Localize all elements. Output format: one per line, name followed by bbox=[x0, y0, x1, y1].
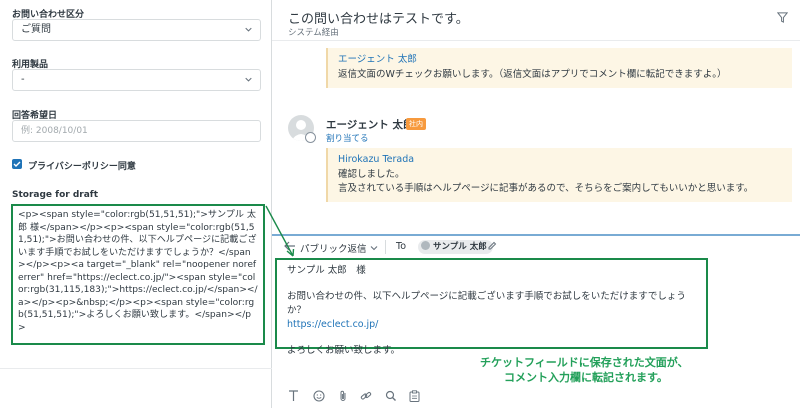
note-body: 返信文面のWチェックお願いします。（返信文面はアプリでコメント欄に転記できますよ… bbox=[338, 68, 727, 80]
reply-type-button[interactable]: パブリック返信 bbox=[300, 241, 367, 255]
to-label: To bbox=[396, 241, 407, 252]
link-icon[interactable] bbox=[360, 387, 372, 406]
emoji-icon[interactable] bbox=[313, 387, 325, 406]
privacy-label: プライバシーポリシー同意 bbox=[28, 162, 136, 172]
product-select[interactable]: - bbox=[12, 69, 261, 91]
caption-line: チケットフィールドに保存された文面が、 bbox=[480, 356, 689, 369]
annotation-caption: チケットフィールドに保存された文面が、 コメント入力欄に転記されます。 bbox=[480, 355, 689, 385]
internal-badge: 社内 bbox=[406, 118, 426, 130]
caption-line: コメント入力欄に転記されます。 bbox=[504, 371, 668, 384]
search-icon[interactable] bbox=[385, 387, 397, 406]
chevron-down-icon bbox=[245, 27, 252, 32]
comment-editor[interactable]: サンプル 太郎 様 お問い合わせの件、以下ヘルプページに記載ございます手順でお試… bbox=[275, 258, 708, 356]
reply-author[interactable]: Hirokazu Terada bbox=[338, 153, 782, 168]
reply-arrow-icon bbox=[284, 241, 295, 251]
ticket-subtitle: システム経由 bbox=[288, 28, 339, 38]
ticket-fields-panel: お問い合わせ区分 ご質問 利用製品 - 回答希望日 例: 2008/10/01 … bbox=[0, 0, 272, 408]
assign-link[interactable]: 割り当てる bbox=[326, 132, 369, 144]
divider bbox=[0, 368, 272, 369]
agent-name: エージェント 太郎 bbox=[326, 119, 414, 131]
storage-textarea[interactable]: <p><span style="color:rgb(51,51,51);">サン… bbox=[11, 204, 265, 345]
privacy-checkbox[interactable] bbox=[12, 159, 22, 169]
checkmark-icon bbox=[13, 161, 21, 167]
filter-icon[interactable] bbox=[777, 12, 788, 23]
composer-divider bbox=[272, 234, 800, 236]
note-author[interactable]: エージェント 太郎 bbox=[338, 53, 782, 68]
clipboard-icon[interactable] bbox=[409, 387, 420, 406]
attachment-icon[interactable] bbox=[338, 387, 348, 406]
chevron-down-icon[interactable] bbox=[370, 245, 378, 251]
due-date-placeholder: 例: 2008/10/01 bbox=[21, 126, 88, 136]
pencil-icon[interactable] bbox=[487, 241, 497, 251]
agent-badge-icon bbox=[305, 132, 316, 143]
recipient-chip[interactable]: サンプル 太郎 bbox=[418, 240, 493, 254]
editor-line: お問い合わせの件、以下ヘルプページに記載ございます手順でお試しをいただけますでし… bbox=[287, 291, 686, 316]
text-format-icon[interactable] bbox=[288, 387, 299, 406]
reply-note-bubble: Hirokazu Terada 確認しました。 言及されている手順はヘルプページ… bbox=[326, 148, 792, 202]
reply-line: 確認しました。 bbox=[338, 168, 405, 180]
storage-label: Storage for draft bbox=[12, 190, 99, 200]
due-date-input[interactable]: 例: 2008/10/01 bbox=[12, 120, 261, 142]
editor-line: サンプル 太郎 様 bbox=[287, 265, 366, 276]
recipient-name: サンプル 太郎 bbox=[433, 242, 487, 252]
divider bbox=[272, 40, 800, 41]
ticket-title: この問い合わせはテストです。 bbox=[288, 12, 469, 27]
internal-note-bubble: エージェント 太郎 返信文面のWチェックお願いします。（返信文面はアプリでコメン… bbox=[326, 48, 792, 88]
chevron-down-icon bbox=[245, 77, 252, 82]
inquiry-type-select[interactable]: ご質問 bbox=[12, 19, 261, 41]
conversation-panel: この問い合わせはテストです。 システム経由 エージェント 太郎 返信文面のWチェ… bbox=[272, 0, 800, 408]
recipient-avatar bbox=[421, 241, 430, 250]
editor-link[interactable]: https://eclect.co.jp/ bbox=[287, 318, 696, 332]
inquiry-type-value: ご質問 bbox=[21, 24, 51, 35]
product-value: - bbox=[21, 74, 25, 85]
reply-line: 言及されている手順はヘルプページに記事があるので、そちらをご案内してもいいかと思… bbox=[338, 183, 754, 194]
divider bbox=[385, 240, 386, 254]
